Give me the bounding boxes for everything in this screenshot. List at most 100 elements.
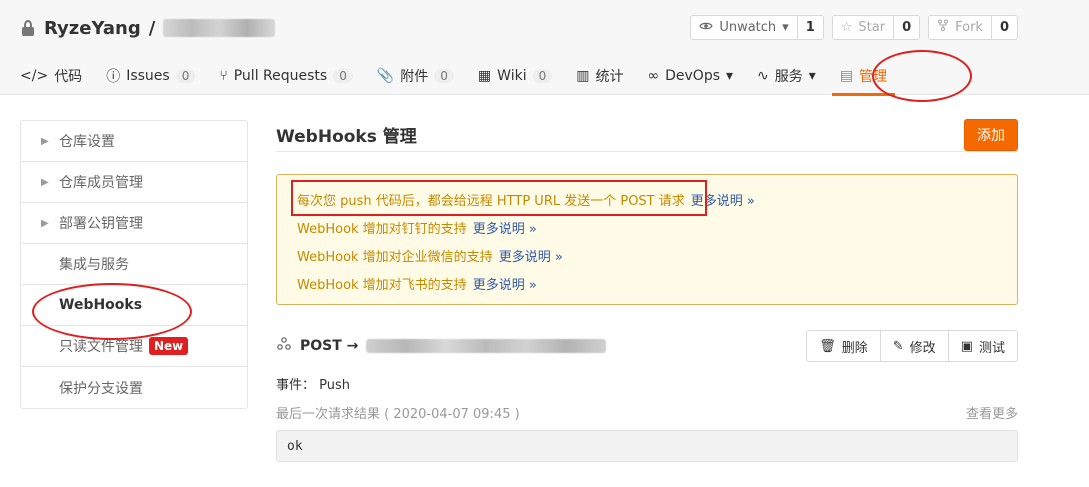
settings-sidebar: ▶ 仓库设置 ▶ 仓库成员管理 ▶ 部署公钥管理 集成与服务 WebHooks …: [20, 120, 248, 409]
delete-webhook-button[interactable]: 🗑 删除: [807, 331, 881, 361]
tab-attachments-count: 0: [434, 69, 454, 83]
chevron-down-icon: ▾: [726, 68, 734, 84]
repo-actions: Unwatch ▾ 1 ☆ Star 0 Fork 0: [690, 15, 1018, 40]
tab-statistics[interactable]: ▥ 统计: [576, 60, 623, 92]
view-more-link[interactable]: 查看更多: [966, 403, 1018, 422]
notice-line: WebHook 增加对飞书的支持 更多说明 »: [297, 269, 997, 297]
notice-text: WebHook 增加对钉钉的支持: [297, 221, 467, 237]
notice-text: 每次您 push 代码后，都会给远程 HTTP URL 发送一个 POST 请求: [297, 193, 685, 209]
page-title-row: WebHooks 管理 添加: [276, 118, 1018, 152]
tab-wiki-label: Wiki: [497, 68, 527, 84]
notice-line: WebHook 增加对企业微信的支持 更多说明 »: [297, 241, 997, 269]
page-title: WebHooks 管理: [276, 127, 417, 147]
unwatch-label-wrap[interactable]: Unwatch ▾: [691, 16, 796, 39]
bar-chart-icon: ▥: [576, 68, 590, 84]
last-result-row: 最后一次请求结果 ( 2020-04-07 09:45 ) 查看更多: [276, 403, 1018, 422]
notice-line: 每次您 push 代码后，都会给远程 HTTP URL 发送一个 POST 请求…: [297, 185, 997, 213]
pull-request-icon: ⑂: [219, 68, 228, 84]
tab-wiki-count: 0: [532, 69, 553, 83]
trash-icon: 🗑: [819, 338, 836, 354]
pulse-icon: ∿: [757, 68, 769, 84]
webhooks-main: WebHooks 管理 添加 每次您 push 代码后，都会给远程 HTTP U…: [276, 118, 1018, 462]
tab-devops-label: DevOps: [665, 68, 721, 84]
new-badge: New: [149, 337, 189, 355]
tab-statistics-label: 统计: [595, 69, 624, 85]
more-info-link[interactable]: 更多说明 »: [473, 274, 537, 293]
notice-text: WebHook 增加对企业微信的支持: [297, 249, 493, 265]
webhook-event: 事件： Push: [276, 378, 350, 393]
chevron-down-icon: ▾: [808, 68, 816, 84]
tab-attachments[interactable]: 📎 附件 0: [377, 60, 454, 92]
webhooks-notice: 每次您 push 代码后，都会给远程 HTTP URL 发送一个 POST 请求…: [276, 174, 1018, 305]
webhook-url-blurred: [366, 339, 607, 353]
repo-header: RyzeYang / Unwatch ▾ 1 ☆ Star 0 Fork 0 <…: [0, 0, 1089, 102]
tab-services-label: 服务: [774, 69, 803, 85]
sidebar-item-label: 仓库设置: [59, 134, 115, 150]
unwatch-count[interactable]: 1: [796, 16, 823, 39]
notice-line: WebHook 增加对钉钉的支持 更多说明 »: [297, 213, 997, 241]
repo-tabs: </> 代码 ⓘ Issues 0 ⑂ Pull Requests 0 📎 附件…: [20, 58, 896, 96]
sidebar-item-protected-branches[interactable]: 保护分支设置: [21, 367, 247, 408]
repo-separator: /: [148, 17, 156, 39]
edit-label: 修改: [909, 340, 936, 356]
tab-services[interactable]: ∿ 服务 ▾: [757, 60, 816, 92]
paperclip-icon: 📎: [376, 68, 395, 84]
response-box: ok: [276, 430, 1018, 462]
tab-admin-label: 管理: [859, 69, 888, 85]
tab-wiki[interactable]: ▦ Wiki 0: [477, 60, 553, 92]
test-webhook-button[interactable]: ▣ 测试: [949, 331, 1017, 361]
chevron-right-icon: ▶: [41, 217, 49, 229]
sidebar-item-label: 部署公钥管理: [59, 216, 143, 232]
info-circle-icon: ⓘ: [106, 69, 121, 85]
code-icon: </>: [20, 68, 49, 84]
fork-button[interactable]: Fork 0: [928, 15, 1018, 40]
star-count[interactable]: 0: [893, 16, 919, 39]
repo-owner[interactable]: RyzeYang: [44, 18, 141, 39]
sidebar-item-label: 保护分支设置: [59, 380, 143, 397]
last-result-label: 最后一次请求结果 ( 2020-04-07 09:45 ): [276, 407, 520, 422]
tab-code-label: 代码: [54, 69, 83, 85]
tab-devops[interactable]: ∞ DevOps ▾: [647, 60, 733, 92]
more-info-link[interactable]: 更多说明 »: [691, 190, 755, 209]
tab-issues-count: 0: [175, 69, 196, 83]
tab-pull-requests[interactable]: ⑂ Pull Requests 0: [219, 60, 353, 92]
tab-attachments-label: 附件: [400, 69, 429, 85]
webhook-icon: [276, 336, 292, 356]
sidebar-item-label: 集成与服务: [59, 257, 129, 273]
edit-icon: ✎: [892, 338, 904, 354]
sidebar-item-members[interactable]: ▶ 仓库成员管理: [21, 162, 247, 203]
fork-label-wrap[interactable]: Fork: [929, 16, 991, 39]
sidebar-item-label: 仓库成员管理: [59, 175, 143, 191]
delete-label: 删除: [841, 340, 868, 356]
star-label-wrap[interactable]: ☆ Star: [833, 16, 893, 39]
star-button[interactable]: ☆ Star 0: [831, 15, 921, 40]
repo-name-blurred[interactable]: [163, 19, 276, 37]
star-label: Star: [858, 20, 886, 35]
sidebar-item-label: 只读文件管理: [59, 339, 143, 355]
book-icon: ▦: [477, 68, 492, 84]
sidebar-item-webhooks[interactable]: WebHooks: [21, 285, 247, 326]
unwatch-button[interactable]: Unwatch ▾ 1: [690, 15, 824, 40]
edit-webhook-button[interactable]: ✎ 修改: [881, 331, 949, 361]
test-label: 测试: [978, 340, 1005, 356]
chevron-right-icon: ▶: [41, 176, 49, 188]
sidebar-item-readonly-files[interactable]: 只读文件管理 New: [21, 326, 247, 367]
more-info-link[interactable]: 更多说明 »: [473, 218, 537, 237]
fork-label: Fork: [955, 20, 983, 35]
sidebar-item-repo-settings[interactable]: ▶ 仓库设置: [21, 121, 247, 162]
webhook-method: POST →: [300, 338, 359, 354]
notice-text: WebHook 增加对飞书的支持: [297, 277, 467, 293]
webhook-item: POST → 🗑 删除 ✎ 修改 ▣ 测试: [276, 330, 1018, 362]
fork-count[interactable]: 0: [990, 16, 1017, 39]
fork-icon: [937, 16, 949, 39]
tab-code[interactable]: </> 代码: [20, 60, 82, 92]
star-icon: ☆: [840, 20, 853, 35]
sidebar-item-integrations[interactable]: 集成与服务: [21, 244, 247, 285]
repo-title: RyzeYang /: [20, 14, 276, 42]
more-info-link[interactable]: 更多说明 »: [499, 246, 563, 265]
tab-admin[interactable]: ▤ 管理: [831, 60, 896, 96]
chevron-right-icon: ▶: [41, 135, 49, 147]
add-webhook-button[interactable]: 添加: [964, 118, 1018, 151]
sidebar-item-deploy-keys[interactable]: ▶ 部署公钥管理: [21, 203, 247, 244]
tab-issues[interactable]: ⓘ Issues 0: [106, 60, 196, 92]
